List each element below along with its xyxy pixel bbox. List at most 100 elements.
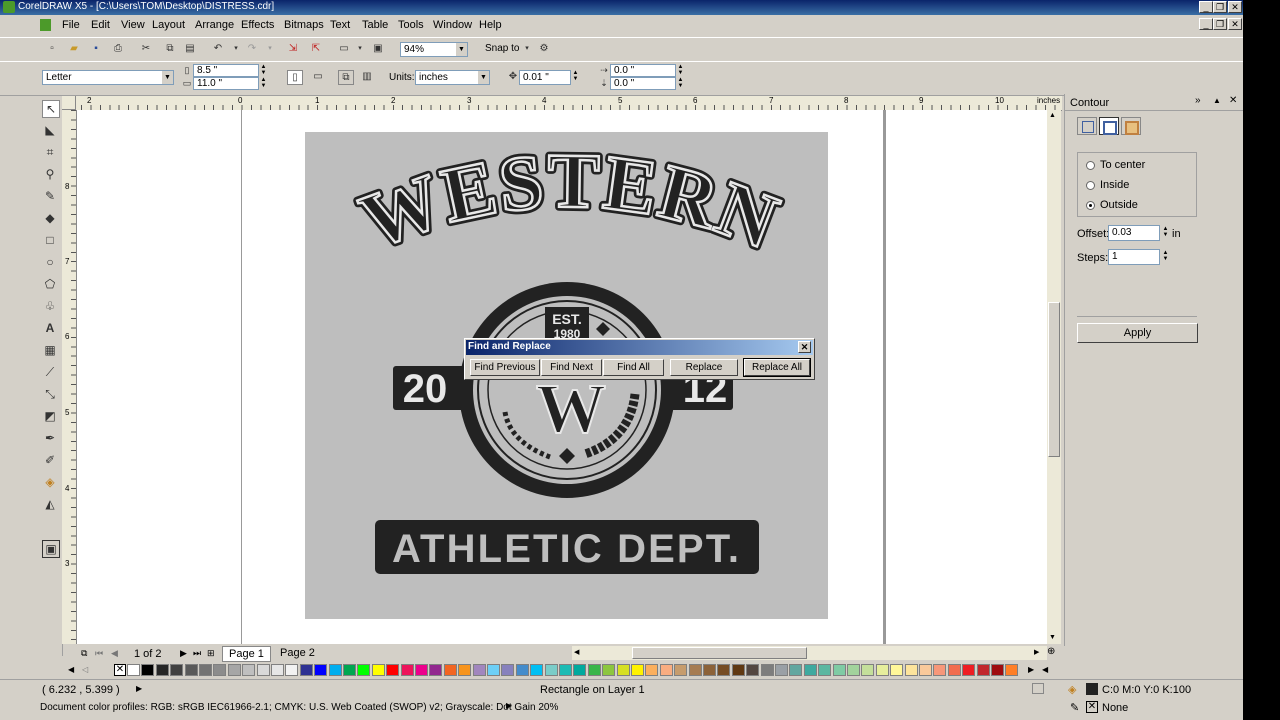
color-swatch[interactable]	[602, 664, 616, 676]
color-swatch[interactable]	[645, 664, 659, 676]
color-swatch[interactable]	[803, 664, 817, 676]
import-icon[interactable]: ⇲	[286, 42, 300, 55]
rectangle-tool-icon[interactable]: □	[42, 232, 58, 248]
vertical-scrollbar[interactable]: ▲ ▼	[1047, 110, 1061, 644]
color-swatch[interactable]	[991, 664, 1004, 676]
radio-to-center[interactable]	[1086, 161, 1095, 170]
steps-input[interactable]: 1	[1108, 249, 1160, 265]
basic-shapes-tool-icon[interactable]: ♧	[42, 298, 58, 314]
color-swatch[interactable]	[559, 664, 572, 676]
height-spinner[interactable]: ▲ ▼	[259, 77, 268, 90]
next-page-icon[interactable]: ▶	[180, 648, 187, 659]
chevron-down-icon[interactable]: ▼	[456, 43, 467, 56]
color-swatch[interactable]	[976, 664, 990, 676]
scroll-down-icon[interactable]: ▼	[1049, 634, 1056, 641]
pick-tool-icon[interactable]: ↖	[42, 100, 60, 118]
fill-tool-icon[interactable]: ◈	[42, 474, 58, 490]
offset-input[interactable]: 0.03	[1108, 225, 1160, 241]
paper-height-input[interactable]: 11.0 "	[193, 77, 259, 90]
color-swatch[interactable]	[674, 664, 688, 676]
color-swatch[interactable]	[717, 664, 731, 676]
nudge-distance-input[interactable]: 0.01 "	[519, 70, 571, 85]
width-spinner[interactable]: ▲ ▼	[259, 64, 268, 77]
color-swatch[interactable]	[184, 664, 198, 676]
color-swatch[interactable]	[314, 664, 328, 676]
tab-page-1[interactable]: Page 1	[222, 646, 271, 662]
color-swatch[interactable]	[875, 664, 889, 676]
color-swatch[interactable]	[904, 664, 918, 676]
docker-collapse-icon[interactable]: ▲	[1213, 96, 1221, 105]
steps-spinner[interactable]: ▲ ▼	[1161, 250, 1170, 263]
palette-scroll-left-end-icon[interactable]: ◁	[82, 665, 88, 674]
menu-table[interactable]: Table	[362, 19, 388, 31]
redo-dropdown-icon[interactable]: ▾	[263, 42, 277, 55]
table-tool-icon[interactable]: ▦	[42, 342, 58, 358]
crop-tool-icon[interactable]: ⌗	[42, 144, 58, 160]
paper-type-combo[interactable]: Letter ▼	[42, 70, 174, 85]
scroll-right-icon[interactable]: ▶	[1034, 648, 1039, 656]
doc-close-button[interactable]: ✕	[1228, 18, 1242, 30]
find-all-button[interactable]: Find All	[603, 359, 664, 376]
menu-text[interactable]: Text	[330, 19, 350, 31]
no-color-swatch[interactable]: ✕	[114, 664, 126, 676]
outline-none-swatch[interactable]: ✕	[1086, 701, 1098, 713]
color-swatch[interactable]	[616, 664, 630, 676]
document-icon[interactable]	[40, 19, 51, 31]
color-swatch[interactable]	[242, 664, 256, 676]
shape-tool-icon[interactable]: ◣	[42, 122, 58, 138]
doc-minimize-button[interactable]: _	[1199, 18, 1213, 30]
color-swatch[interactable]	[746, 664, 760, 676]
color-swatch[interactable]	[415, 664, 428, 676]
apply-button[interactable]: Apply	[1077, 323, 1198, 343]
color-swatch[interactable]	[357, 664, 371, 676]
color-swatch[interactable]	[818, 664, 832, 676]
radio-outside[interactable]	[1086, 201, 1095, 210]
color-swatch[interactable]	[933, 664, 947, 676]
find-previous-button[interactable]: Find Previous	[470, 359, 540, 376]
freehand-tool-icon[interactable]: ✎	[42, 188, 58, 204]
color-swatch[interactable]	[544, 664, 558, 676]
undo-dropdown-icon[interactable]: ▾	[229, 42, 243, 55]
open-icon[interactable]: ▰	[67, 42, 81, 55]
color-swatch[interactable]	[328, 664, 342, 676]
options-icon[interactable]: ⚙	[537, 42, 551, 55]
radio-inside[interactable]	[1086, 181, 1095, 190]
color-swatch[interactable]	[587, 664, 601, 676]
color-swatch[interactable]	[919, 664, 932, 676]
replace-all-button[interactable]: Replace All	[743, 358, 811, 377]
duplicate-x-input[interactable]: 0.0 "	[610, 64, 676, 77]
print-icon[interactable]: ⎙	[111, 42, 125, 55]
menu-bitmaps[interactable]: Bitmaps	[284, 19, 324, 31]
color-swatch[interactable]	[386, 664, 400, 676]
blend-tool-icon[interactable]: ◩	[42, 408, 58, 424]
menu-effects[interactable]: Effects	[241, 19, 274, 31]
application-launcher-icon[interactable]: ▭	[337, 42, 351, 55]
color-swatch[interactable]	[688, 664, 702, 676]
smart-fill-tool-icon[interactable]: ◆	[42, 210, 58, 226]
color-swatch[interactable]	[199, 664, 212, 676]
new-icon[interactable]: ▫	[45, 42, 59, 55]
docker-title-bar[interactable]: Contour » ▲ ✕	[1065, 94, 1243, 111]
menu-help[interactable]: Help	[479, 19, 502, 31]
replace-button[interactable]: Replace	[670, 359, 738, 376]
menu-tools[interactable]: Tools	[398, 19, 424, 31]
contour-inside-button[interactable]	[1099, 117, 1119, 135]
color-swatch[interactable]	[141, 664, 155, 676]
color-swatch[interactable]	[429, 664, 443, 676]
duplicate-x-spinner[interactable]: ▲ ▼	[676, 64, 685, 77]
menu-window[interactable]: Window	[433, 19, 472, 31]
color-swatch[interactable]	[631, 664, 644, 676]
color-swatch[interactable]	[789, 664, 803, 676]
duplicate-y-input[interactable]: 0.0 "	[610, 77, 676, 90]
menu-layout[interactable]: Layout	[152, 19, 185, 31]
color-swatch[interactable]	[861, 664, 875, 676]
current-page-icon[interactable]: ▥	[360, 70, 374, 83]
color-swatch[interactable]	[299, 664, 313, 676]
profiles-arrow-icon[interactable]: ▶	[506, 701, 512, 710]
redo-icon[interactable]: ↷	[245, 42, 259, 55]
text-tool-icon[interactable]: A	[42, 320, 58, 336]
menu-edit[interactable]: Edit	[91, 19, 110, 31]
navigator-icon[interactable]: ⊕	[1047, 646, 1055, 657]
menu-file[interactable]: File	[62, 19, 80, 31]
chevron-down-icon[interactable]: ▼	[478, 71, 489, 84]
